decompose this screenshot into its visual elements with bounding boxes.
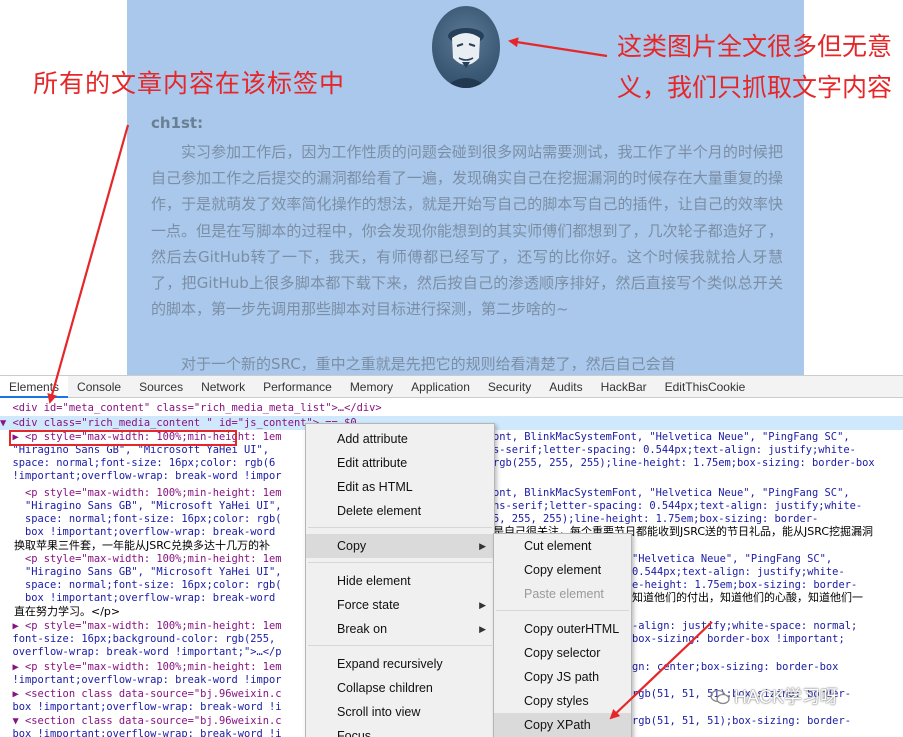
menu-item-focus[interactable]: Focus bbox=[306, 724, 494, 737]
dom-node-line[interactable]: <p style="max-width: 100%;min-height: 1e… bbox=[0, 487, 282, 500]
menu-separator bbox=[308, 527, 492, 528]
dom-node-text: 换取苹果三件套，一年能从JSRC兑换多达十几万的补 bbox=[0, 539, 270, 552]
dom-node-line: !important;overflow-wrap: break-word !im… bbox=[0, 674, 282, 686]
dom-node-line: box-sizing: border-box !important; bbox=[632, 633, 845, 645]
menu-item-delete-element[interactable]: Delete element bbox=[306, 499, 494, 523]
copy-submenu: Cut element Copy element Paste element C… bbox=[493, 533, 632, 737]
menu-item-scroll-into-view[interactable]: Scroll into view bbox=[306, 700, 494, 724]
menu-item-label: Force state bbox=[337, 598, 400, 612]
devtools-tabbar: Elements Console Sources Network Perform… bbox=[0, 375, 903, 398]
chevron-right-icon: ▶ bbox=[479, 624, 486, 634]
dom-node-line: "Hiragino Sans GB", "Microsoft YaHei UI"… bbox=[0, 500, 282, 512]
menu-item-cut-element[interactable]: Cut element bbox=[494, 534, 631, 558]
menu-item-copy-xpath[interactable]: Copy XPath bbox=[494, 713, 631, 737]
menu-item-paste-element: Paste element bbox=[524, 587, 604, 601]
tab-audits[interactable]: Audits bbox=[540, 376, 591, 398]
watermark: HACK学习呀 bbox=[710, 683, 838, 709]
dom-node-line: font-size: 16px;background-color: rgb(25… bbox=[0, 633, 276, 645]
dom-node-line: s-serif;letter-spacing: 0.544px;text-ali… bbox=[493, 444, 856, 456]
menu-item-edit-as-html[interactable]: Edit as HTML bbox=[306, 475, 494, 499]
article-paragraph: 实习参加工作后，因为工作性质的问题会碰到很多网站需要测试，我工作了半个月的时候把… bbox=[151, 143, 783, 319]
dom-node-line: space: normal;font-size: 16px;color: rgb… bbox=[0, 457, 276, 469]
menu-item-copy[interactable]: Copy ▶ bbox=[306, 534, 494, 558]
dom-node-line: space: normal;font-size: 16px;color: rgb… bbox=[0, 513, 282, 525]
menu-item-expand-recursively[interactable]: Expand recursively bbox=[306, 652, 494, 676]
dom-node-line: box !important;overflow-wrap: break-word bbox=[0, 592, 276, 604]
menu-item-add-attribute[interactable]: Add attribute bbox=[306, 427, 494, 451]
dom-node-line: ont, BlinkMacSystemFont, "Helvetica Neue… bbox=[493, 431, 850, 443]
tab-security[interactable]: Security bbox=[479, 376, 540, 398]
dom-node-line[interactable]: ▼ <section class data-source="bj.96weixi… bbox=[0, 715, 282, 728]
menu-item-break-on[interactable]: Break on ▶ bbox=[306, 617, 494, 641]
anonymous-mask-avatar bbox=[432, 6, 500, 88]
dom-node-line[interactable]: <div id="meta_content" class="rich_media… bbox=[0, 402, 382, 415]
dom-node-line[interactable]: ▶ <p style="max-width: 100%;min-height: … bbox=[0, 620, 282, 633]
arrow-to-content-tag bbox=[47, 124, 130, 404]
dom-node-line-selected[interactable]: ▼ <div class="rich_media_content " id="j… bbox=[0, 417, 357, 430]
chevron-right-icon: ▶ bbox=[479, 600, 486, 610]
menu-item-copy-outerhtml[interactable]: Copy outerHTML bbox=[494, 617, 631, 641]
dom-node-line: -align: justify;white-space: normal; bbox=[632, 620, 858, 632]
dom-node-text: 知道他们的付出，知道他们的心酸，知道他们一 bbox=[632, 591, 863, 604]
dom-node-text: 直在努力学习。</p> bbox=[0, 605, 121, 618]
dom-node-line: box !important;overflow-wrap: break-word bbox=[0, 526, 276, 538]
tab-performance[interactable]: Performance bbox=[254, 376, 341, 398]
menu-separator bbox=[308, 562, 492, 563]
article-paragraph: 对于一个新的SRC，重中之重就是先把它的规则给看清楚了，然后自己会首 bbox=[181, 355, 676, 373]
dom-node-line: ont, BlinkMacSystemFont, "Helvetica Neue… bbox=[493, 487, 850, 499]
dom-node-line: box !important;overflow-wrap: break-word… bbox=[0, 728, 282, 737]
dom-node-line: space: normal;font-size: 16px;color: rgb… bbox=[0, 579, 282, 591]
dom-node-line: box !important;overflow-wrap: break-word… bbox=[0, 701, 282, 713]
menu-item-copy-styles[interactable]: Copy styles bbox=[494, 689, 631, 713]
menu-separator bbox=[496, 610, 629, 611]
menu-item-edit-attribute[interactable]: Edit attribute bbox=[306, 451, 494, 475]
tab-application[interactable]: Application bbox=[402, 376, 479, 398]
menu-item-label: Copy bbox=[337, 539, 367, 553]
dom-node-line: rgb(51, 51, 51);box-sizing: border- bbox=[632, 715, 851, 727]
dom-node-line: overflow-wrap: break-word !important;">…… bbox=[0, 646, 282, 658]
dom-node-line: 0.544px;text-align: justify;white- bbox=[632, 566, 845, 578]
menu-item-copy-js-path[interactable]: Copy JS path bbox=[494, 665, 631, 689]
menu-separator bbox=[308, 645, 492, 646]
annotation-highlight-box bbox=[9, 430, 237, 446]
dom-node-line[interactable]: <p style="max-width: 100%;min-height: 1e… bbox=[0, 553, 282, 566]
author-name: ch1st: bbox=[151, 114, 204, 132]
menu-item-hide-element[interactable]: Hide element bbox=[306, 569, 494, 593]
tab-memory[interactable]: Memory bbox=[341, 376, 402, 398]
tab-editthiscookie[interactable]: EditThisCookie bbox=[656, 376, 755, 398]
dom-node-line: "Hiragino Sans GB", "Microsoft YaHei UI"… bbox=[0, 566, 282, 578]
mask-icon bbox=[444, 28, 488, 88]
dom-node-line[interactable]: ▶ <section class data-source="bj.96weixi… bbox=[0, 688, 282, 701]
dom-node-line: !important;overflow-wrap: break-word !im… bbox=[0, 470, 282, 482]
menu-item-label: Break on bbox=[337, 622, 388, 636]
context-menu: Add attribute Edit attribute Edit as HTM… bbox=[305, 423, 495, 737]
wechat-icon bbox=[710, 689, 730, 705]
tab-sources[interactable]: Sources bbox=[130, 376, 192, 398]
dom-node-line: ns-serif;letter-spacing: 0.544px;text-al… bbox=[493, 500, 863, 512]
dom-node-line: gn: center;box-sizing: border-box bbox=[632, 661, 839, 673]
dom-node-line: rgb(255, 255, 255);line-height: 1.75em;b… bbox=[493, 457, 875, 469]
tab-console[interactable]: Console bbox=[68, 376, 130, 398]
annotation-left: 所有的文章内容在该标签中 bbox=[33, 69, 346, 98]
menu-item-copy-element[interactable]: Copy element bbox=[494, 558, 631, 582]
chevron-right-icon: ▶ bbox=[479, 541, 486, 551]
menu-item-copy-selector[interactable]: Copy selector bbox=[494, 641, 631, 665]
tab-network[interactable]: Network bbox=[192, 376, 254, 398]
menu-item-collapse-children[interactable]: Collapse children bbox=[306, 676, 494, 700]
tab-elements[interactable]: Elements bbox=[0, 375, 69, 398]
dom-node-line: "Helvetica Neue", "PingFang SC", bbox=[632, 553, 833, 565]
tab-hackbar[interactable]: HackBar bbox=[592, 376, 656, 398]
watermark-text: HACK学习呀 bbox=[734, 687, 839, 707]
annotation-right: 这类图片全文很多但无意义，我们只抓取文字内容 bbox=[617, 32, 893, 102]
menu-item-force-state[interactable]: Force state ▶ bbox=[306, 593, 494, 617]
dom-node-line[interactable]: ▶ <p style="max-width: 100%;min-height: … bbox=[0, 661, 282, 674]
